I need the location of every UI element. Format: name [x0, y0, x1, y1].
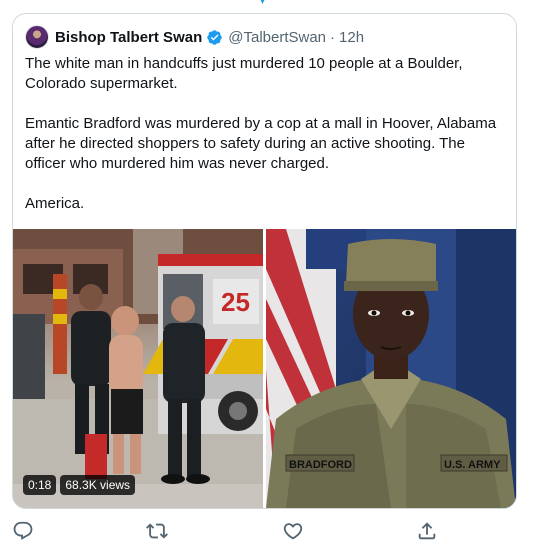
tweet-paragraph: The white man in handcuffs just murdered…: [25, 55, 463, 92]
video-view-count: 68.3K views: [60, 475, 136, 495]
previous-tweet-connector: ▾: [260, 0, 272, 4]
branch-tape: U.S. ARMY: [444, 459, 501, 471]
arrest-scene-image: 25: [13, 229, 263, 508]
verified-badge-icon: [207, 29, 223, 45]
tweet-paragraph: Emantic Bradford was murdered by a cop a…: [25, 115, 497, 172]
author-display-name[interactable]: Bishop Talbert Swan: [55, 29, 202, 46]
name-tape: BRADFORD: [289, 459, 352, 471]
reply-icon[interactable]: [12, 520, 34, 542]
media-grid: 25 0:18 68.3K views BRADFORD U.S. ARMY: [13, 229, 516, 508]
retweet-icon[interactable]: [146, 520, 168, 542]
like-icon[interactable]: [282, 520, 304, 542]
author-handle[interactable]: @TalbertSwan: [228, 29, 326, 46]
tweet-header: Bishop Talbert Swan @TalbertSwan · 12h: [25, 25, 364, 49]
tweet-paragraph: America.: [25, 195, 85, 212]
truck-number: 25: [221, 287, 250, 317]
video-thumbnail[interactable]: 25 0:18 68.3K views: [13, 229, 263, 508]
video-overlay: 0:18 68.3K views: [23, 475, 136, 495]
avatar[interactable]: [25, 25, 49, 49]
portrait-photo[interactable]: BRADFORD U.S. ARMY: [266, 229, 516, 508]
separator-dot: ·: [330, 28, 336, 46]
video-duration: 0:18: [23, 475, 57, 495]
tweet-action-bar: [12, 520, 512, 548]
tweet-body: The white man in handcuffs just murdered…: [25, 54, 505, 214]
share-icon[interactable]: [416, 520, 438, 542]
soldier-portrait-image: BRADFORD U.S. ARMY: [266, 229, 516, 508]
tweet-timestamp[interactable]: 12h: [339, 29, 364, 46]
tweet-card[interactable]: Bishop Talbert Swan @TalbertSwan · 12h T…: [12, 13, 517, 509]
